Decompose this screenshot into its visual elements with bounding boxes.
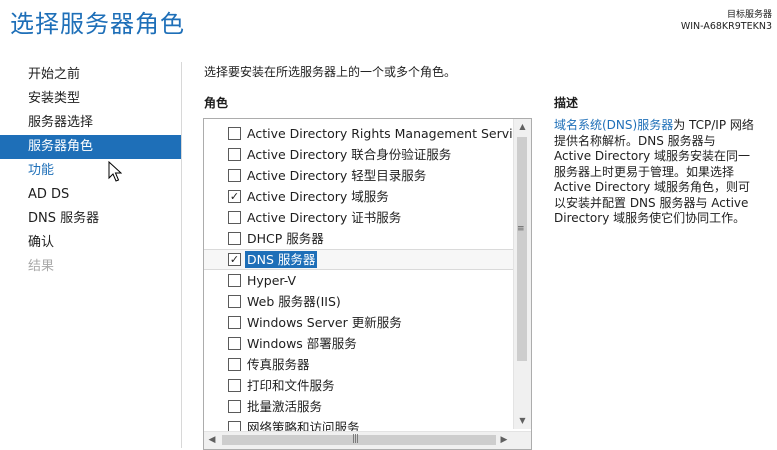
role-row[interactable]: ✓ DNS 服务器	[204, 249, 513, 270]
role-label: Active Directory 域服务	[247, 189, 389, 204]
nav-item-6[interactable]: DNS 服务器	[0, 207, 181, 231]
nav-item-4[interactable]: 功能	[0, 159, 181, 183]
roles-heading: 角色	[204, 96, 229, 110]
nav-divider	[181, 62, 182, 448]
role-row[interactable]: 批量激活服务	[204, 396, 513, 417]
nav-item-8: 结果	[28, 259, 55, 274]
nav-item-5[interactable]: AD DS	[0, 183, 181, 207]
scroll-right-icon[interactable]: ▶	[496, 432, 512, 449]
role-checkbox[interactable]	[228, 316, 241, 329]
nav-item-0[interactable]: 开始之前	[0, 63, 181, 87]
horizontal-scroll-thumb[interactable]	[222, 435, 496, 445]
wizard-nav: 开始之前 安装类型 服务器选择 服务器角色 功能 AD DS DNS 服务器 确认结果	[0, 63, 181, 279]
role-label: DNS 服务器	[245, 251, 318, 268]
role-label: 批量激活服务	[247, 399, 323, 414]
role-label: DHCP 服务器	[247, 231, 324, 246]
scroll-grip-icon: ≡	[517, 224, 525, 234]
mouse-pointer-icon	[108, 161, 122, 182]
scroll-down-icon[interactable]: ▼	[514, 413, 531, 429]
instruction-text: 选择要安装在所选服务器上的一个或多个角色。	[204, 65, 457, 79]
target-server-name: WIN-A68KR9TEKN3	[680, 21, 772, 32]
role-label: 传真服务器	[247, 357, 310, 372]
nav-item-2[interactable]: 服务器选择	[0, 111, 181, 135]
nav-item-1[interactable]: 安装类型	[0, 87, 181, 111]
role-row[interactable]: Windows 部署服务	[204, 333, 513, 354]
role-label: Active Directory 轻型目录服务	[247, 168, 427, 183]
vertical-scroll-thumb[interactable]	[517, 137, 527, 361]
role-checkbox-checked[interactable]: ✓	[228, 253, 241, 266]
role-row[interactable]: Web 服务器(IIS)	[204, 291, 513, 312]
target-server-label: 目标服务器	[726, 10, 772, 20]
role-label: Hyper-V	[247, 273, 297, 288]
role-checkbox[interactable]	[228, 211, 241, 224]
role-row[interactable]: Hyper-V	[204, 270, 513, 291]
role-row[interactable]: Active Directory Rights Management Servi…	[204, 123, 531, 144]
role-checkbox-checked[interactable]: ✓	[228, 190, 241, 203]
role-row[interactable]: 传真服务器	[204, 354, 513, 375]
roles-listbox[interactable]: Active Directory Rights Management Servi…	[203, 118, 532, 450]
role-label: Web 服务器(IIS)	[247, 294, 341, 309]
role-label: 打印和文件服务	[247, 378, 335, 393]
role-row[interactable]: ✓ Active Directory 域服务	[204, 186, 513, 207]
role-checkbox[interactable]	[228, 337, 241, 350]
scroll-up-icon[interactable]: ▲	[514, 119, 531, 135]
nav-item-7[interactable]: 确认	[0, 231, 181, 255]
role-checkbox[interactable]	[228, 295, 241, 308]
horizontal-grip-icon: |||	[352, 434, 359, 444]
roles-list: Active Directory Rights Management Servi…	[204, 123, 531, 438]
role-row[interactable]: Windows Server 更新服务	[204, 312, 513, 333]
role-row[interactable]: Active Directory 证书服务	[204, 207, 513, 228]
description-heading: 描述	[554, 96, 579, 110]
role-description-text: 为 TCP/IP 网络提供名称解析。DNS 服务器与 Active Direct…	[554, 118, 754, 225]
vertical-scrollbar[interactable]: ▲ ≡ ▼	[513, 119, 531, 429]
role-row[interactable]: 打印和文件服务	[204, 375, 513, 396]
role-checkbox[interactable]	[228, 127, 241, 140]
role-description: 域名系统(DNS)服务器为 TCP/IP 网络提供名称解析。DNS 服务器与 A…	[554, 118, 754, 227]
page-title: 选择服务器角色	[10, 10, 185, 38]
role-description-link[interactable]: 域名系统(DNS)服务器	[554, 118, 673, 132]
role-checkbox[interactable]	[228, 400, 241, 413]
role-checkbox[interactable]	[228, 379, 241, 392]
horizontal-scrollbar[interactable]: ◀ ||| ▶	[204, 431, 531, 449]
role-label: Active Directory Rights Management Servi…	[247, 126, 532, 141]
role-label: Active Directory 联合身份验证服务	[247, 147, 452, 162]
role-checkbox[interactable]	[228, 169, 241, 182]
nav-item-3[interactable]: 服务器角色	[0, 135, 181, 159]
role-label: Windows Server 更新服务	[247, 315, 402, 330]
role-row[interactable]: Active Directory 联合身份验证服务	[204, 144, 513, 165]
scroll-left-icon[interactable]: ◀	[204, 432, 220, 449]
target-server-info: 目标服务器 WIN-A68KR9TEKN3	[681, 9, 772, 33]
role-row[interactable]: Active Directory 轻型目录服务	[204, 165, 513, 186]
role-checkbox[interactable]	[228, 274, 241, 287]
role-checkbox[interactable]	[228, 148, 241, 161]
role-label: Active Directory 证书服务	[247, 210, 402, 225]
role-label: Windows 部署服务	[247, 336, 357, 351]
role-checkbox[interactable]	[228, 358, 241, 371]
role-row[interactable]: DHCP 服务器	[204, 228, 513, 249]
role-checkbox[interactable]	[228, 232, 241, 245]
